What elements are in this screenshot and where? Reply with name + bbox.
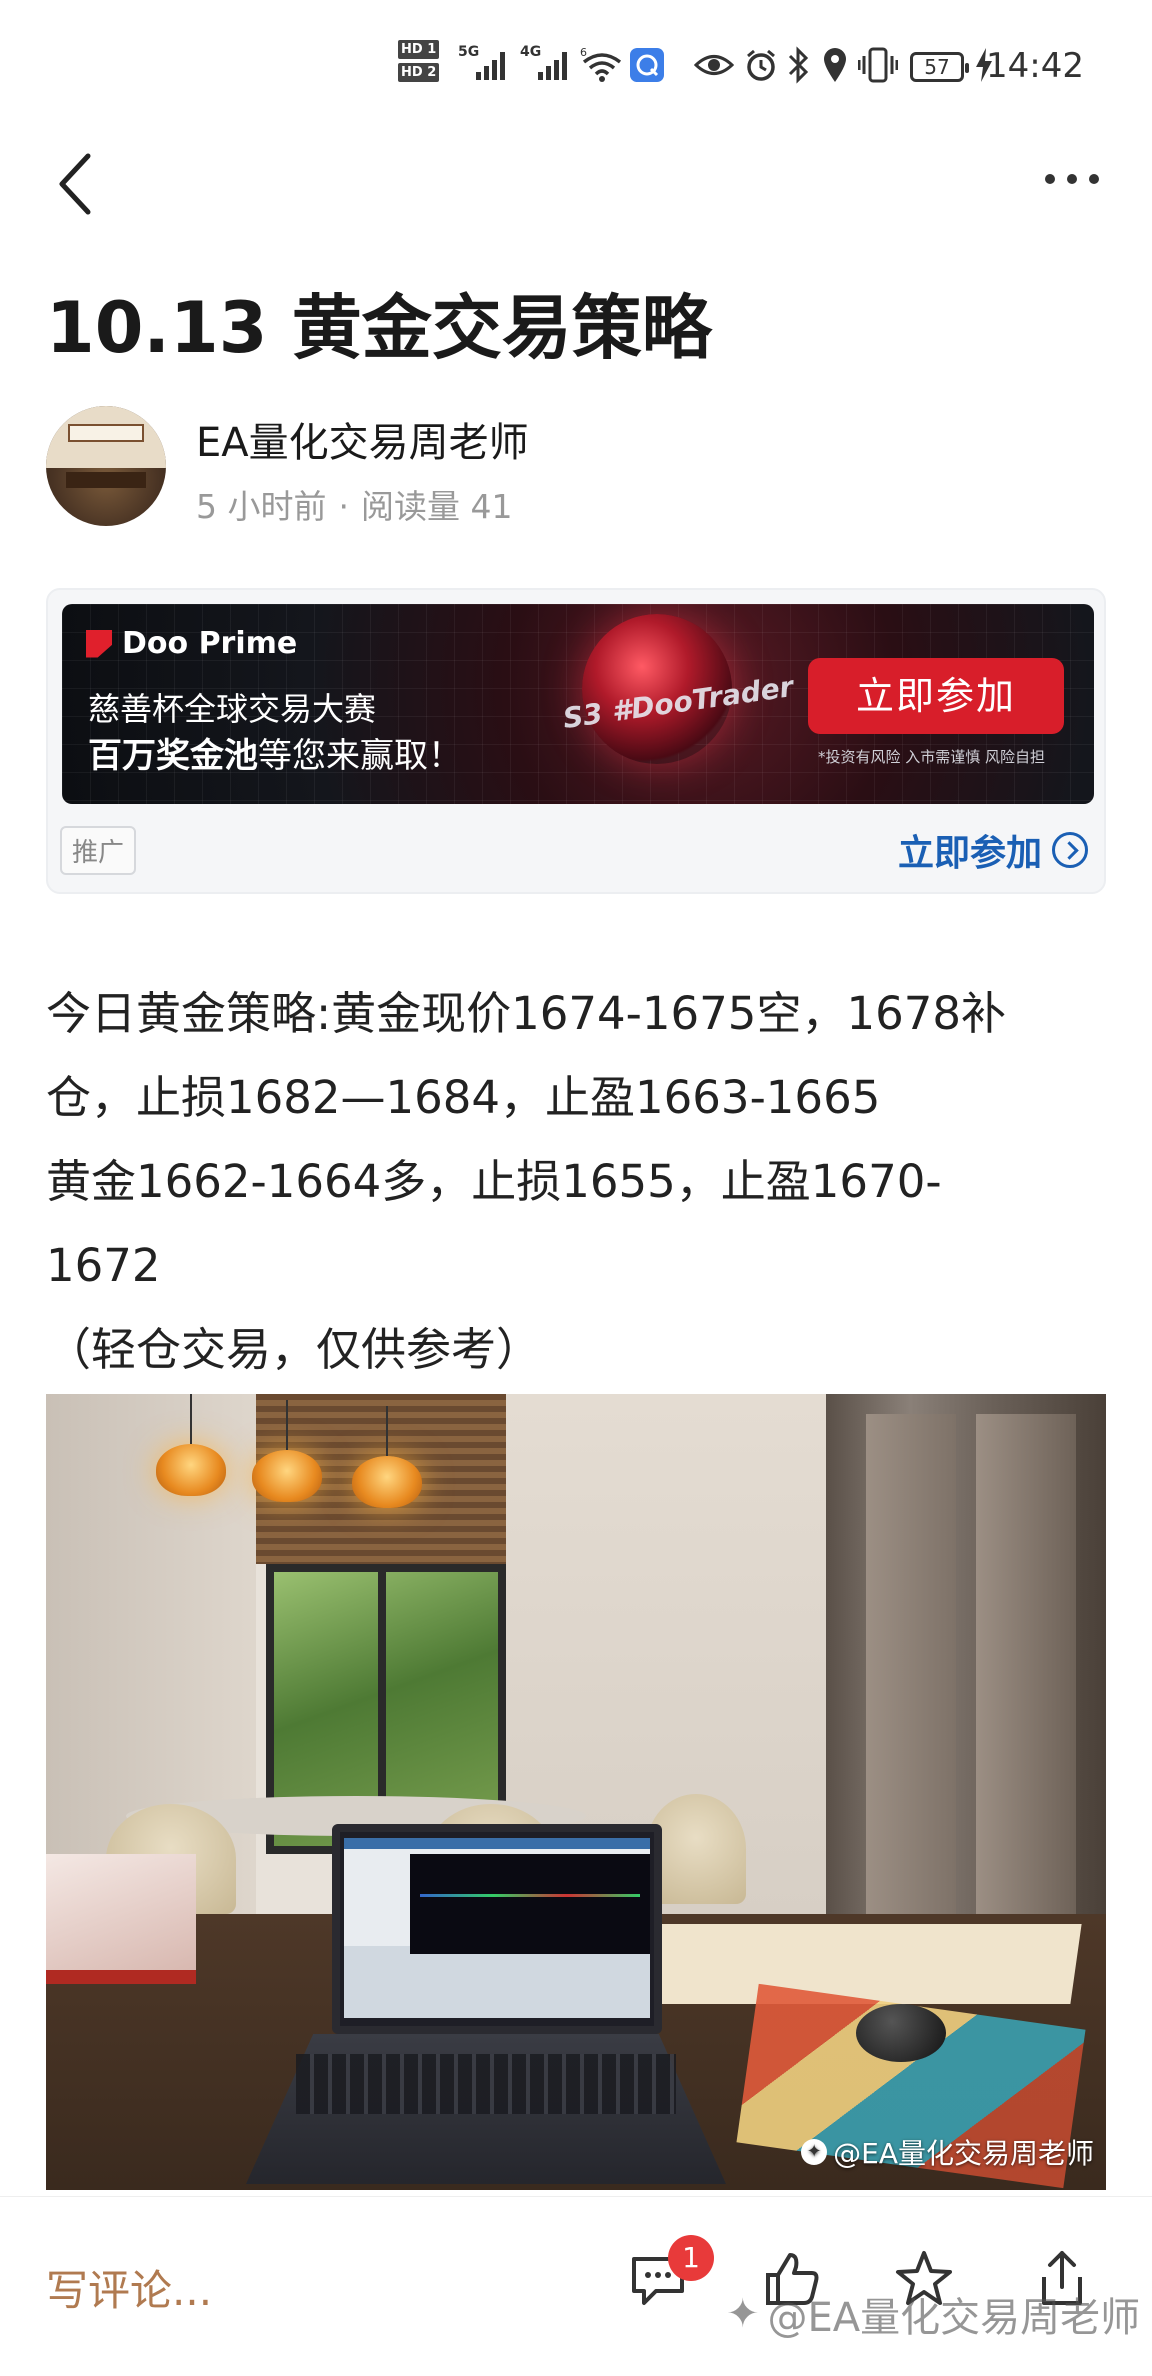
back-button[interactable]: [50, 148, 106, 220]
photo-watermark: ✦ @EA量化交易周老师: [801, 2132, 1094, 2172]
read-count: 阅读量 41: [361, 487, 513, 526]
article-body: 今日黄金策略:黄金现价1674-1675空，1678补 仓，止损1682—168…: [46, 972, 1116, 1392]
app-notification-icon: [630, 48, 664, 86]
sim-indicators: HD 1 HD 2: [398, 40, 440, 86]
vibrate-icon: [857, 46, 899, 88]
bottom-action-bar: 写评论... 1 ✦ @EA量化交易周老师: [0, 2196, 1152, 2376]
article-photo[interactable]: ✦ @EA量化交易周老师: [46, 1394, 1106, 2190]
avatar-table: [66, 472, 146, 488]
article-line: 今日黄金策略:黄金现价1674-1675空，1678补: [46, 987, 1006, 1040]
more-dot: [1089, 174, 1099, 184]
ad-card[interactable]: Doo Prime 慈善杯全球交易大赛 百万奖金池等您来赢取！ S3 #DooT…: [46, 588, 1106, 894]
chevron-right-circle-icon: [1052, 832, 1088, 868]
ad-badge: 推广: [60, 826, 137, 875]
page-watermark: ✦ @EA量化交易周老师: [726, 2285, 1140, 2343]
photo-laptop-screen: [332, 1824, 662, 2034]
photo-trading-chart: [410, 1854, 650, 1954]
photo-sliding-door: [826, 1394, 1106, 1934]
meta-separator: ·: [338, 487, 350, 526]
ad-subheadline: 百万奖金池等您来赢取！: [88, 728, 462, 777]
hd1-badge: HD 1: [398, 40, 440, 59]
photo-paper: [650, 1924, 1082, 2004]
article-line: 黄金1662-1664多，止损1655，止盈1670-: [46, 1155, 942, 1208]
ad-disclaimer: *投资有风险 入市需谨慎 风险自担: [818, 748, 1046, 766]
comment-input[interactable]: 写评论...: [46, 2257, 212, 2318]
article-meta: 5 小时前 · 阅读量 41: [196, 480, 512, 528]
bluetooth-icon: [786, 46, 812, 88]
photo-lamp: [252, 1400, 322, 1502]
author-name[interactable]: EA量化交易周老师: [196, 410, 529, 468]
photo-lamp: [156, 1394, 226, 1496]
ad-subheadline-rest: 等您来赢取！: [258, 736, 462, 776]
status-bar: HD 1 HD 2 5G 4G 6 57 14:42: [0, 0, 1152, 130]
photo-mouse: [856, 2004, 946, 2062]
photo-calendar: [46, 1854, 196, 1984]
eye-icon: [693, 52, 735, 82]
wifi-icon: 6: [580, 46, 624, 86]
ad-headline: 慈善杯全球交易大赛: [88, 690, 377, 728]
ad-banner[interactable]: Doo Prime 慈善杯全球交易大赛 百万奖金池等您来赢取！ S3 #DooT…: [62, 604, 1094, 804]
page-watermark-text: @EA量化交易周老师: [767, 2295, 1141, 2341]
ad-brand-name: Doo Prime: [122, 626, 298, 661]
more-options-button[interactable]: [1036, 164, 1108, 194]
more-horizontal-icon: [1045, 174, 1055, 184]
ad-join-button[interactable]: 立即参加: [808, 658, 1064, 734]
comment-count-badge: 1: [668, 2235, 714, 2281]
ad-brand-logo: Doo Prime: [86, 626, 297, 661]
chevron-left-icon: [59, 153, 91, 215]
photo-keyboard: [296, 2054, 676, 2114]
photo-watermark-text: @EA量化交易周老师: [833, 2137, 1094, 2170]
article-line: 1672: [46, 1239, 161, 1292]
clock: 14:42: [986, 46, 1084, 86]
doo-prime-logo-icon: [86, 629, 112, 658]
publish-time: 5 小时前: [196, 487, 327, 526]
watermark-logo-icon: ✦: [726, 2291, 760, 2337]
article-line: （轻仓交易，仅供参考）: [46, 1323, 542, 1376]
ad-subheadline-bold: 百万奖金池: [88, 736, 258, 776]
location-icon: [822, 46, 848, 88]
svg-text:6: 6: [580, 46, 587, 59]
author-avatar[interactable]: [46, 406, 166, 526]
hd2-badge: HD 2: [398, 63, 440, 82]
avatar-scroll: [68, 424, 144, 442]
page-title: 10.13 黄金交易策略: [46, 287, 712, 369]
ad-join-link-label: 立即参加: [897, 833, 1042, 874]
battery-icon: 57: [910, 52, 969, 82]
watermark-logo-icon: ✦: [801, 2139, 828, 2165]
more-dot: [1067, 174, 1077, 184]
photo-lamp: [352, 1406, 422, 1508]
article-line: 仓，止损1682—1684，止盈1663-1665: [46, 1071, 881, 1124]
ad-join-link[interactable]: 立即参加: [898, 824, 1088, 876]
alarm-icon: [744, 48, 778, 86]
